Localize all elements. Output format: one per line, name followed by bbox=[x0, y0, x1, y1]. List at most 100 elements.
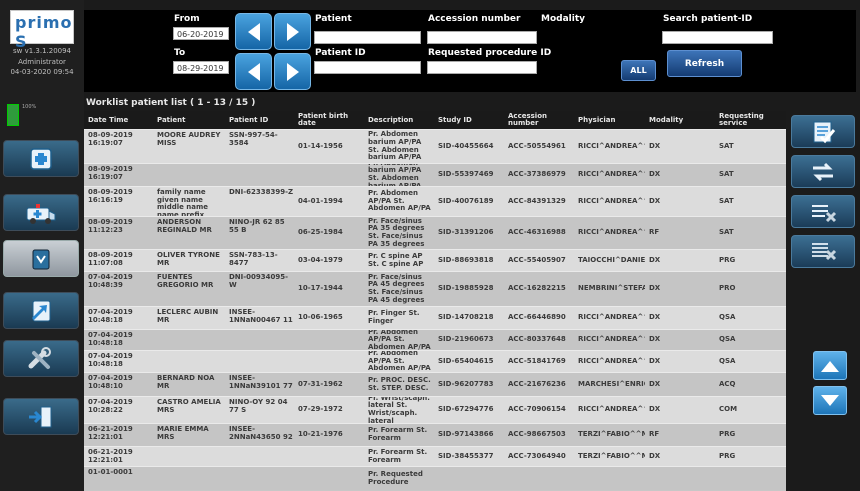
table-row[interactable]: 07-04-2019 10:48:10 BERNARD NOA MR INSEE-1… bbox=[84, 372, 786, 396]
cell-date-time: 08-09-2019 16:16:19 bbox=[88, 188, 133, 204]
from-date-field[interactable]: 06-20-2019 bbox=[173, 27, 229, 40]
checklist-button[interactable] bbox=[791, 115, 855, 148]
table-row[interactable]: 08-09-2019 11:07:08 OLIVER TYRONE MR SSN-7… bbox=[84, 249, 786, 271]
cell-patient: BERNARD NOA MR bbox=[157, 374, 215, 390]
cell-physician: RICCI^ANDREA^^ bbox=[578, 335, 645, 344]
tools-icon bbox=[28, 346, 51, 369]
cell-requesting-service: PRO bbox=[719, 284, 736, 293]
cell-study-id: SID-21960673 bbox=[438, 335, 494, 344]
delete-selected-button[interactable] bbox=[791, 195, 855, 228]
edit-patient-button[interactable] bbox=[3, 240, 79, 277]
from-next-button[interactable] bbox=[274, 13, 311, 50]
table-row[interactable]: 07-04-2019 10:48:18 Pr. Abdomen AP/PA St.… bbox=[84, 350, 786, 372]
cell-physician: RICCI^ANDREA^^ bbox=[578, 405, 645, 414]
cell-requesting-service: PRG bbox=[719, 255, 736, 264]
new-patient-button[interactable] bbox=[3, 140, 79, 177]
column-header-patient[interactable]: Patient bbox=[153, 111, 225, 129]
table-row[interactable]: 08-09-2019 16:19:07 Pr. Abdomen barium AP… bbox=[84, 163, 786, 186]
cell-patient-id bbox=[225, 467, 294, 490]
patient-field[interactable] bbox=[314, 31, 421, 44]
column-header-patient-id[interactable]: Patient ID bbox=[225, 111, 294, 129]
cell-patient: LECLERC AUBIN MR bbox=[157, 308, 219, 324]
requested-procedure-field[interactable] bbox=[427, 61, 537, 74]
cell-physician: MARCHESI^ENRICO bbox=[578, 379, 645, 388]
to-next-button[interactable] bbox=[274, 53, 311, 90]
cell-physician bbox=[574, 467, 645, 490]
table-row[interactable]: 08-09-2019 11:12:23 ANDERSON REGINALD MR N… bbox=[84, 216, 786, 249]
column-header-description[interactable]: Description bbox=[364, 111, 434, 129]
table-row[interactable]: 07-04-2019 10:48:18 Pr. Abdomen AP/PA St.… bbox=[84, 329, 786, 350]
transfer-button[interactable] bbox=[791, 155, 855, 188]
cell-patient bbox=[153, 330, 225, 350]
edit-icon bbox=[32, 249, 50, 269]
cell-accession-number: ACC-55405907 bbox=[508, 255, 566, 264]
modality-all-button[interactable]: ALL bbox=[621, 60, 656, 81]
column-header-study-id[interactable]: Study ID bbox=[434, 111, 504, 129]
from-prev-button[interactable] bbox=[235, 13, 272, 50]
table-row[interactable]: 06-21-2019 12:21:01 Pr. Forearm St. Forea… bbox=[84, 446, 786, 466]
arrow-right-icon bbox=[286, 22, 299, 41]
column-header-modality[interactable]: Modality bbox=[645, 111, 715, 129]
delete-all-button[interactable] bbox=[791, 235, 855, 268]
column-header-requesting-service[interactable]: Requesting service bbox=[715, 111, 786, 129]
cell-date-time: 07-04-2019 10:28:22 bbox=[88, 398, 133, 414]
refresh-button[interactable]: Refresh bbox=[667, 50, 742, 77]
cell-patient: MOORE AUDREY MISS bbox=[157, 131, 221, 147]
cell-requesting-service: SAT bbox=[719, 196, 734, 205]
cell-accession-number: ACC-37386979 bbox=[508, 170, 566, 179]
cell-description: Pr. Forearm St. Forearm bbox=[368, 447, 428, 464]
cell-patient-id: INSEE-2NNaN43650 92 bbox=[229, 425, 293, 441]
cell-accession-number: ACC-51841769 bbox=[508, 356, 566, 365]
column-header-physician[interactable]: Physician bbox=[574, 111, 645, 129]
patient-id-field[interactable] bbox=[314, 61, 421, 74]
cell-patient-id bbox=[225, 330, 294, 350]
exit-button[interactable] bbox=[3, 398, 79, 435]
delete-list-icon bbox=[812, 204, 837, 222]
scroll-down-button[interactable] bbox=[813, 386, 847, 415]
cell-description: Pr. Wrist/scaph. lateral St. Wrist/scaph… bbox=[368, 397, 430, 423]
column-header-accession-number[interactable]: Accession number bbox=[504, 111, 574, 129]
to-label: To bbox=[174, 48, 186, 58]
right-action-panel bbox=[786, 111, 860, 491]
cell-description: Pr. Forearm St. Forearm bbox=[368, 426, 428, 442]
transfer-icon bbox=[813, 162, 833, 181]
version-text: sw v1.3.1.20094 bbox=[12, 47, 72, 55]
export-button[interactable] bbox=[3, 292, 79, 329]
cell-accession-number: ACC-70906154 bbox=[508, 405, 566, 414]
cell-patient: OLIVER TYRONE MR bbox=[157, 251, 220, 267]
accession-field[interactable] bbox=[427, 31, 537, 44]
table-row[interactable]: 08-09-2019 16:19:07 MOORE AUDREY MISS SSN-… bbox=[84, 129, 786, 163]
cell-study-id: SID-38455377 bbox=[438, 451, 494, 460]
settings-tools-button[interactable] bbox=[3, 340, 79, 377]
user-text: Administrator bbox=[18, 58, 66, 66]
table-row[interactable]: 08-09-2019 16:16:19 family name given nam… bbox=[84, 186, 786, 216]
table-row[interactable]: 06-21-2019 12:21:01 MARIE EMMA MRS INSEE-2… bbox=[84, 423, 786, 446]
to-date-field[interactable]: 08-29-2019 bbox=[173, 61, 229, 74]
cell-description: Pr. PROC. DESC. St. STEP. DESC. bbox=[368, 375, 431, 392]
cell-date-time: 08-09-2019 16:19:07 bbox=[88, 165, 133, 181]
cell-physician: TAIOCCHI^DANIELE bbox=[578, 255, 645, 264]
cell-physician: RICCI^ANDREA^^ bbox=[578, 141, 645, 150]
column-header-birth-date[interactable]: Patient birth date bbox=[294, 111, 364, 129]
patient-id-label: Patient ID bbox=[315, 48, 366, 58]
table-row[interactable]: 07-04-2019 10:48:18 LECLERC AUBIN MR INSEE… bbox=[84, 306, 786, 329]
emergency-button[interactable] bbox=[3, 194, 79, 231]
cell-birth-date: 04-01-1994 bbox=[298, 196, 343, 205]
table-row[interactable]: 07-04-2019 10:28:22 CASTRO AMELIA MRS NINO… bbox=[84, 396, 786, 423]
cell-modality bbox=[645, 467, 715, 490]
table-row[interactable]: 01-01-0001 Pr. Requested Procedure bbox=[84, 466, 786, 490]
export-icon bbox=[32, 300, 51, 321]
cell-patient-id: INSEE-1NNaN39101 77 bbox=[229, 374, 293, 390]
table-row[interactable]: 07-04-2019 10:48:39 FUENTES GREGORIO MR DN… bbox=[84, 271, 786, 306]
cell-modality: DX bbox=[649, 170, 661, 179]
cell-description: Pr. Finger St. Finger bbox=[368, 309, 420, 325]
cell-description: Pr. Face/sinus PA 45 degrees St. Face/si… bbox=[368, 272, 425, 304]
search-patient-id-field[interactable] bbox=[662, 31, 773, 44]
from-label: From bbox=[174, 14, 200, 24]
to-prev-button[interactable] bbox=[235, 53, 272, 90]
cell-birth-date: 07-31-1962 bbox=[298, 379, 343, 388]
column-header-date-time[interactable]: Date Time bbox=[84, 111, 153, 129]
cell-description: Pr. Abdomen AP/PA St. Abdomen AP/PA bbox=[368, 330, 431, 350]
scroll-up-button[interactable] bbox=[813, 351, 847, 380]
cell-accession-number bbox=[504, 467, 574, 490]
